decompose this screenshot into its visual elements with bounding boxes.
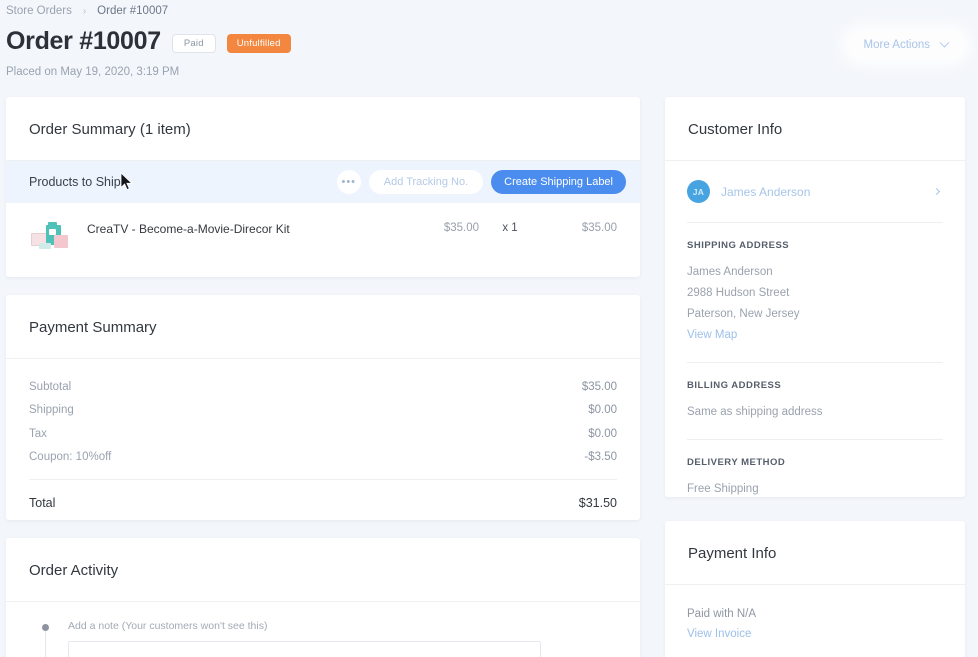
more-options-icon[interactable]: ••• [336, 170, 361, 194]
chevron-right-icon [932, 187, 941, 196]
customer-link-row[interactable]: JA James Anderson [687, 161, 943, 223]
payment-row-label: Tax [29, 427, 47, 440]
products-to-ship-band: Products to Ship ••• Add Tracking No. Cr… [6, 161, 640, 203]
shipping-address-line: James Anderson [687, 266, 773, 278]
customer-info-card: Customer Info JA James Anderson SHIPPING… [665, 97, 965, 497]
payment-summary-card: Payment Summary Subtotal $35.00 Shipping… [6, 295, 640, 520]
products-to-ship-label: Products to Ship [29, 175, 121, 189]
avatar: JA [687, 180, 710, 203]
add-note-label: Add a note (Your customers won't see thi… [68, 620, 268, 632]
payment-total-value: $31.50 [578, 496, 617, 510]
payment-row-value: $35.00 [581, 380, 617, 393]
delivery-method-value: Free Shipping [687, 483, 759, 495]
more-actions-label: More Actions [863, 39, 930, 51]
payment-summary-rows: Subtotal $35.00 Shipping $0.00 Tax $0.00… [6, 359, 640, 520]
product-unit-price: $35.00 [443, 222, 479, 234]
payment-row-label: Shipping [29, 404, 74, 417]
placed-on-text: Placed on May 19, 2020, 3:19 PM [6, 66, 180, 78]
product-quantity: x 1 [502, 222, 518, 234]
order-summary-card: Order Summary (1 item) Products to Ship … [6, 97, 640, 277]
billing-address-section: BILLING ADDRESS Same as shipping address [687, 363, 943, 440]
page-title-row: Order #10007 Paid Unfulfilled [6, 27, 291, 56]
order-activity-body: Add a note (Your customers won't see thi… [6, 602, 640, 657]
add-tracking-number-button[interactable]: Add Tracking No. [368, 170, 484, 194]
status-badge-unfulfilled: Unfulfilled [226, 34, 291, 53]
payment-info-body: Paid with N/A View Invoice [665, 585, 965, 644]
order-detail-page: Store Orders › Order #10007 Order #10007… [0, 0, 978, 657]
product-thumbnail [29, 219, 75, 261]
payment-total-label: Total [29, 496, 56, 510]
payment-row-label: Coupon: 10%off [29, 451, 112, 464]
billing-address-value: Same as shipping address [687, 406, 823, 418]
delivery-method-label: DELIVERY METHOD [687, 457, 786, 468]
view-invoice-link[interactable]: View Invoice [687, 624, 943, 644]
payment-info-card: Payment Info Paid with N/A View Invoice [665, 521, 965, 657]
product-name[interactable]: CreaTV - Become-a-Movie-Direcor Kit [87, 219, 405, 236]
payment-total-row: Total $31.50 [29, 480, 617, 510]
customer-info-heading: Customer Info [665, 97, 965, 161]
breadcrumb-store-orders[interactable]: Store Orders [6, 5, 72, 17]
payment-row-subtotal: Subtotal $35.00 [29, 375, 617, 399]
payment-row-label: Subtotal [29, 380, 72, 393]
timeline-dot-icon [42, 624, 49, 631]
create-shipping-label-button[interactable]: Create Shipping Label [491, 170, 626, 194]
breadcrumb: Store Orders › Order #10007 [6, 5, 168, 17]
view-map-link[interactable]: View Map [687, 325, 943, 346]
payment-row-value: $0.00 [588, 427, 617, 440]
product-line-total: $35.00 [581, 222, 617, 234]
order-activity-heading: Order Activity [6, 538, 640, 602]
shipping-address-label: SHIPPING ADDRESS [687, 240, 790, 251]
breadcrumb-separator-icon: › [82, 5, 87, 17]
payment-row-value: $0.00 [588, 404, 617, 417]
payment-info-heading: Payment Info [665, 521, 965, 585]
breadcrumb-current: Order #10007 [97, 5, 169, 17]
shipping-address-line: 2988 Hudson Street [687, 287, 790, 299]
payment-row-shipping: Shipping $0.00 [29, 399, 617, 423]
delivery-method-section: DELIVERY METHOD Free Shipping [687, 440, 943, 516]
timeline-line [45, 631, 46, 657]
customer-name: James Anderson [721, 184, 811, 199]
payment-row-tax: Tax $0.00 [29, 422, 617, 446]
shipping-address-section: SHIPPING ADDRESS James Anderson 2988 Hud… [687, 223, 943, 363]
more-actions-button[interactable]: More Actions [847, 31, 964, 59]
order-activity-card: Order Activity Add a note (Your customer… [6, 538, 640, 657]
paid-with-text: Paid with N/A [687, 608, 757, 620]
shipping-address-line: Paterson, New Jersey [687, 308, 800, 320]
payment-row-value: -$3.50 [584, 451, 617, 464]
order-summary-heading: Order Summary (1 item) [6, 97, 640, 161]
status-badge-paid: Paid [171, 34, 216, 53]
product-line-item: CreaTV - Become-a-Movie-Direcor Kit $35.… [6, 203, 640, 261]
billing-address-label: BILLING ADDRESS [687, 380, 782, 391]
chevron-down-icon [939, 37, 950, 48]
customer-info-body: JA James Anderson SHIPPING ADDRESS James… [665, 161, 965, 516]
payment-row-coupon: Coupon: 10%off -$3.50 [29, 446, 617, 470]
payment-summary-heading: Payment Summary [6, 295, 640, 359]
page-title: Order #10007 [6, 27, 161, 55]
add-note-input[interactable] [68, 641, 541, 657]
